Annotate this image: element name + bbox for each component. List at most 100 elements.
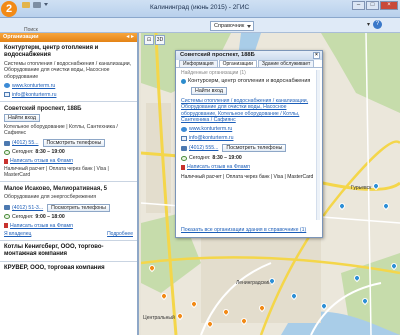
phone-row: (4012) 51-3... Посмотреть телефоны [4,203,133,212]
tab-building-serves[interactable]: Здание обслуживает [257,60,315,67]
show-phones-button[interactable]: Посмотреть телефоны [47,203,110,212]
website-link[interactable]: www.konturterm.ru [189,126,232,132]
maximize-button[interactable]: □ [366,1,379,10]
find-entrance-button[interactable]: Найти вход [4,113,40,122]
toolbar-arrow-icon[interactable]: ▾ [367,21,370,28]
review-row: Написать отзыв на Фламп [4,223,133,229]
panel-title: Организации [3,34,39,40]
hours-row: Сегодня: 8:30 – 19:00 [4,149,133,155]
panel-header: Организации ◂ ▸ [0,33,137,42]
district-label: Ленинградский [236,280,271,286]
map-pin-icon [181,78,186,84]
popup-org-name[interactable]: Контурсерм, центр отопления и водоснабже… [188,78,310,84]
panel-nav-icon[interactable]: ◂ ▸ [126,33,134,40]
globe-icon [4,83,10,89]
phone-icon [181,145,187,151]
phone-icon [4,205,10,211]
website-row: www.konturterm.ru [4,83,133,89]
hours-value: 9:00 – 18:00 [35,213,65,220]
folder-icon[interactable] [22,2,30,8]
review-row: Написать отзыв на Фламп [181,164,317,170]
popup-title: Советский проспект, 188Б [180,52,255,58]
app-logo[interactable]: 2 [1,1,17,17]
phone-row: (4012) 555... Посмотреть телефоны [181,144,317,153]
district-label: Гурьевск [351,185,372,191]
payment-methods: Наличный расчет | Оплата через банк | Vi… [181,174,314,181]
window-title: Калининград (июнь 2015) - 2ГИС [150,4,250,11]
org-title[interactable]: Котлы Кенигсберг, ООО, торгово-монтажная… [4,244,133,258]
review-link[interactable]: Написать отзыв на Фламп [187,164,250,170]
map-layer-button[interactable]: ⊡ [144,35,154,45]
phone-row: (4012) 55... Посмотреть телефоны [4,139,133,148]
title-bar: 2 Калининград (июнь 2015) - 2ГИС – □ × [0,0,400,18]
toolbar: Поиск Справочник ▾ ? [0,18,400,33]
hours-value: 8:30 – 19:00 [35,149,65,156]
tab-info[interactable]: Информация [179,60,218,67]
close-icon[interactable]: × [313,52,320,59]
org-title[interactable]: КРУВЕР, ООО, торговая компания [4,265,133,272]
org-card: КРУВЕР, ООО, торговая компания [0,262,137,275]
reference-dropdown[interactable]: Справочник [210,21,254,31]
clock-icon [4,149,10,155]
hours-label: Сегодня: [189,155,211,162]
hours-row: Сегодня: 9:00 – 18:00 [4,214,133,220]
branch-address[interactable]: Малое Исаково, Мелиоративная, 5 [4,186,107,192]
website-row: www.konturterm.ru [181,126,317,132]
org-description: Системы отопления / водоснабжения / кана… [4,61,132,80]
phone-number[interactable]: (4012) 555... [189,145,218,151]
flamp-icon [181,164,185,170]
mail-icon [4,92,10,98]
review-link[interactable]: Написать отзыв на Фламп [10,223,73,229]
map-tools: ⊡ 3D [144,35,166,45]
hours-label: Сегодня: [12,213,34,220]
org-title[interactable]: Контуртерм, центр отопления и водоснабже… [4,45,133,59]
hours-value: 8:30 – 19:00 [212,155,242,162]
map-3d-button[interactable]: 3D [155,35,165,45]
review-link[interactable]: Написать отзыв на Фламп [10,158,73,164]
help-icon[interactable]: ? [373,20,382,29]
show-all-orgs-link[interactable]: Показать все организации здания в справо… [181,227,306,233]
popup-scrollbar[interactable] [316,70,320,220]
phone-number[interactable]: (4012) 55... [12,140,39,146]
popup-header: Советский проспект, 188Б × [176,51,322,60]
minimize-button[interactable]: – [352,1,365,10]
flamp-icon [4,158,8,164]
window-controls: – □ × [351,1,398,11]
show-phones-button[interactable]: Посмотреть телефоны [222,144,287,153]
phone-icon [4,140,10,146]
hours-row: Сегодня: 8:30 – 19:00 [181,155,317,161]
tab-organizations[interactable]: Организации [218,60,257,67]
owner-link[interactable]: Я владелец [4,231,31,237]
review-row: Написать отзыв на Фламп [4,158,133,164]
branch-description: Котельное оборудование | Котлы, Сантехни… [4,123,118,137]
more-link[interactable]: Подробнее [107,231,133,237]
show-phones-button[interactable]: Посмотреть телефоны [42,139,106,148]
email-link[interactable]: info@konturterm.ru [12,92,56,98]
popup-tabs: Информация Организации Здание обслуживае… [176,60,322,68]
found-label: Найденные организации (1) [181,70,246,76]
reference-label: Справочник [214,23,245,29]
globe-icon [181,126,187,132]
chevron-down-icon [247,25,251,28]
org-card: Котлы Кенигсберг, ООО, торгово-монтажная… [0,241,137,262]
phone-number[interactable]: (4012) 51-3... [12,205,43,211]
find-entrance-button[interactable]: Найти вход [191,87,227,95]
email-row: info@konturterm.ru [181,135,317,141]
hours-label: Сегодня: [12,149,34,156]
building-popup: Советский проспект, 188Б × Информация Ор… [175,50,323,238]
print-icon[interactable] [33,2,41,8]
clock-icon [4,214,10,220]
quick-access-dropdown-icon[interactable] [44,3,48,7]
popup-description[interactable]: Системы отопления / водоснабжения / кана… [181,98,317,123]
website-link[interactable]: www.konturterm.ru [12,83,55,89]
branch-card: Советский проспект, 188Б Найти вход Коте… [0,102,137,183]
branch-address[interactable]: Советский проспект, 188Б [4,106,81,112]
popup-org: Контурсерм, центр отопления и водоснабже… [181,78,317,84]
mail-icon [181,135,187,141]
clock-icon [181,155,187,161]
org-card: Контуртерм, центр отопления и водоснабже… [0,42,137,102]
payment-methods: Наличный расчет | Оплата через банк | Vi… [4,166,109,179]
flamp-icon [4,223,8,229]
email-link[interactable]: info@konturterm.ru [189,135,233,141]
close-button[interactable]: × [380,1,398,10]
